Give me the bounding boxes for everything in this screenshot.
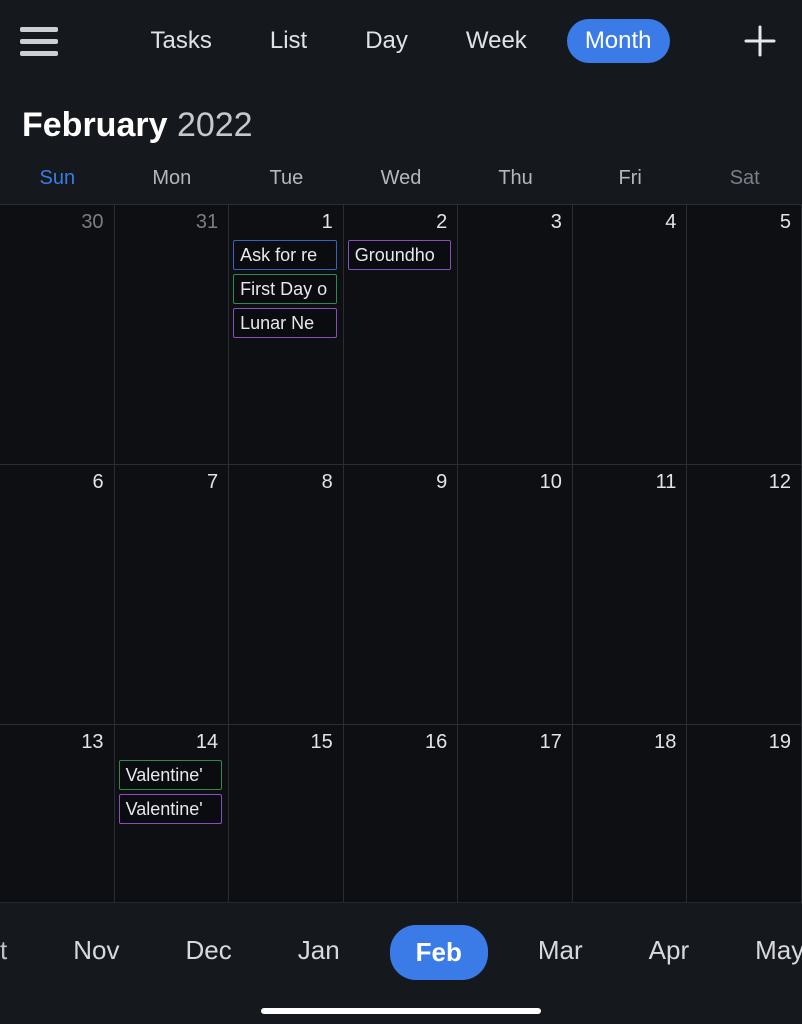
day-number: 15 (233, 729, 337, 760)
day-cell[interactable]: 6 (0, 465, 115, 725)
day-cell[interactable]: 18 (573, 725, 688, 925)
view-tabs: Tasks List Day Week Month (64, 19, 738, 63)
weekday-tue: Tue (229, 167, 344, 190)
day-number: 5 (691, 209, 795, 240)
tab-day[interactable]: Day (347, 19, 426, 63)
day-number: 6 (4, 469, 108, 500)
day-number: 17 (462, 729, 566, 760)
day-number: 12 (691, 469, 795, 500)
calendar-grid: 30 31 1 Ask for re First Day o Lunar Ne … (0, 204, 802, 985)
day-number: 16 (348, 729, 452, 760)
day-number: 14 (119, 729, 223, 760)
weekday-thu: Thu (458, 167, 573, 190)
title-year: 2022 (177, 106, 253, 144)
day-number: 19 (691, 729, 795, 760)
day-cell[interactable]: 9 (344, 465, 459, 725)
day-cell[interactable]: 12 (687, 465, 802, 725)
day-cell[interactable]: 4 (573, 205, 688, 465)
day-cell[interactable]: 5 (687, 205, 802, 465)
day-cell[interactable]: 10 (458, 465, 573, 725)
tab-tasks[interactable]: Tasks (132, 19, 229, 63)
day-cell[interactable]: 17 (458, 725, 573, 925)
event-chip[interactable]: Valentine' (119, 760, 223, 790)
day-cell[interactable]: 1 Ask for re First Day o Lunar Ne (229, 205, 344, 465)
day-cell[interactable]: 11 (573, 465, 688, 725)
tab-list[interactable]: List (252, 19, 325, 63)
title-month: February (22, 106, 168, 144)
month-scroll-item[interactable]: t (0, 925, 23, 976)
day-number: 9 (348, 469, 452, 500)
day-cell[interactable]: 14 Valentine' Valentine' (115, 725, 230, 925)
home-indicator (261, 1008, 541, 1014)
weekday-mon: Mon (115, 167, 230, 190)
day-cell[interactable]: 19 (687, 725, 802, 925)
day-cell[interactable]: 2 Groundho (344, 205, 459, 465)
weekday-wed: Wed (344, 167, 459, 190)
weekday-sun: Sun (0, 167, 115, 190)
day-number: 18 (577, 729, 681, 760)
day-cell[interactable]: 15 (229, 725, 344, 925)
month-scroller[interactable]: t Nov Dec Jan Feb Mar Apr May J (0, 902, 802, 1024)
day-cell[interactable]: 3 (458, 205, 573, 465)
day-number: 7 (119, 469, 223, 500)
day-number: 10 (462, 469, 566, 500)
day-number: 3 (462, 209, 566, 240)
day-cell[interactable]: 30 (0, 205, 115, 465)
page-title: February 2022 (0, 82, 802, 163)
day-number: 2 (348, 209, 452, 240)
day-cell[interactable]: 7 (115, 465, 230, 725)
event-chip[interactable]: Ask for re (233, 240, 337, 270)
day-number: 31 (119, 209, 223, 240)
event-chip[interactable]: Valentine' (119, 794, 223, 824)
month-scroll-item[interactable]: Jan (282, 925, 356, 976)
month-scroll-item[interactable]: Mar (522, 925, 599, 976)
tab-month[interactable]: Month (567, 19, 670, 63)
day-cell[interactable]: 8 (229, 465, 344, 725)
day-number: 8 (233, 469, 337, 500)
day-number: 13 (4, 729, 108, 760)
event-chip[interactable]: First Day o (233, 274, 337, 304)
weekday-sat: Sat (687, 167, 802, 190)
day-cell[interactable]: 16 (344, 725, 459, 925)
day-number: 1 (233, 209, 337, 240)
day-number: 30 (4, 209, 108, 240)
weekday-header: Sun Mon Tue Wed Thu Fri Sat (0, 163, 802, 204)
plus-icon (743, 24, 777, 58)
month-scroll-item[interactable]: Apr (633, 925, 705, 976)
month-scroll-item[interactable]: May (739, 925, 802, 976)
day-cell[interactable]: 31 (115, 205, 230, 465)
hamburger-icon[interactable] (20, 19, 64, 63)
tab-week[interactable]: Week (448, 19, 545, 63)
weekday-fri: Fri (573, 167, 688, 190)
top-toolbar: Tasks List Day Week Month (0, 0, 802, 82)
day-cell[interactable]: 13 (0, 725, 115, 925)
month-scroll-item-active[interactable]: Feb (390, 925, 488, 980)
month-scroll-item[interactable]: Nov (57, 925, 135, 976)
event-chip[interactable]: Groundho (348, 240, 452, 270)
day-number: 4 (577, 209, 681, 240)
day-number: 11 (577, 469, 681, 500)
month-scroll-item[interactable]: Dec (169, 925, 247, 976)
add-button[interactable] (738, 19, 782, 63)
event-chip[interactable]: Lunar Ne (233, 308, 337, 338)
